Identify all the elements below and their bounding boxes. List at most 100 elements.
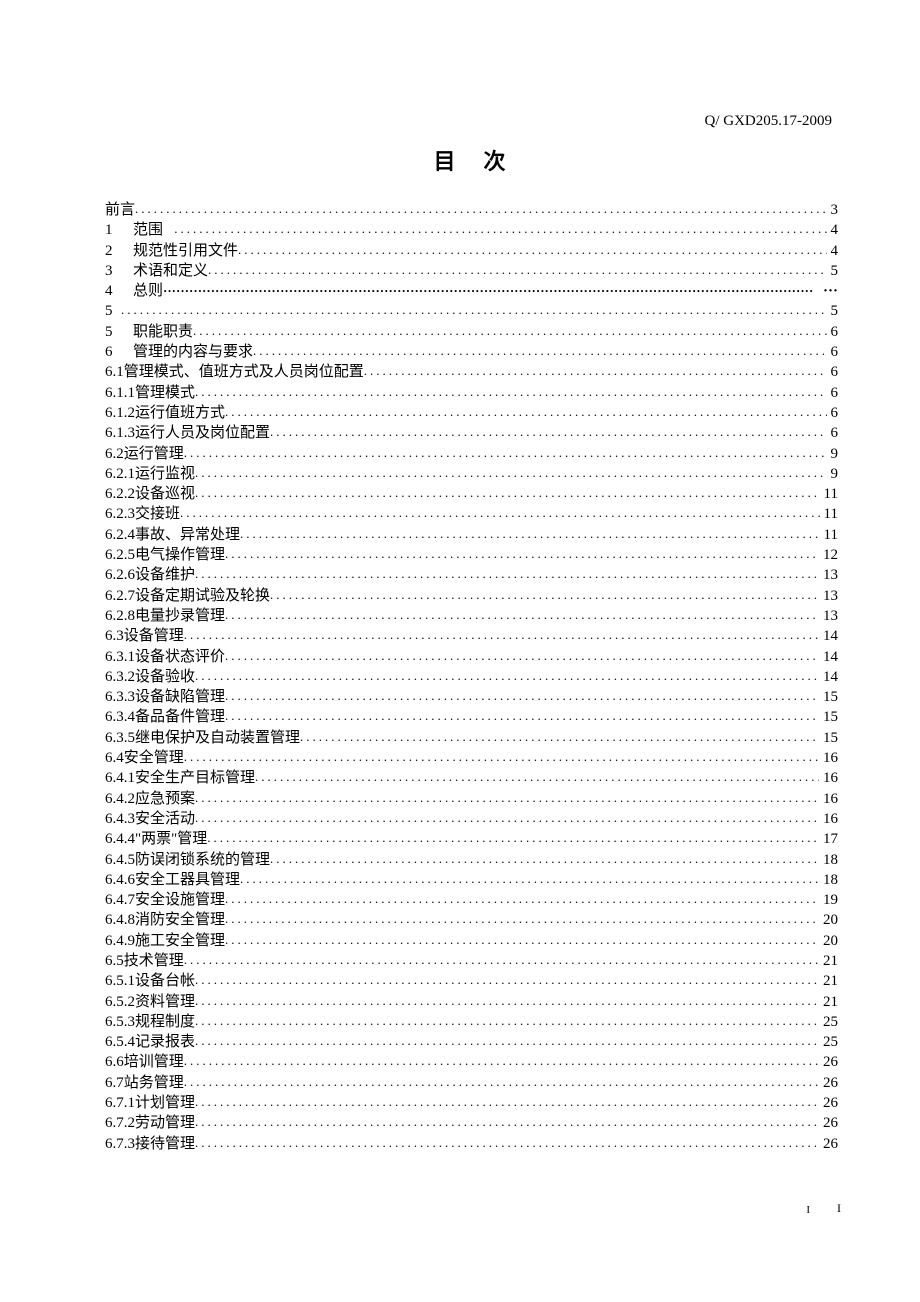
toc-leader	[195, 788, 819, 808]
toc-leader	[238, 240, 826, 260]
toc-number: 6.5.4	[105, 1032, 135, 1052]
toc-page: 19	[819, 890, 838, 910]
toc-entry: 6.3.1 设备状态评价14	[105, 647, 838, 667]
toc-number: 6.5	[105, 951, 124, 971]
toc-entry: 6.5.2 资料管理21	[105, 992, 838, 1012]
toc-page: 26	[819, 1093, 838, 1113]
toc-entry: 6.2.6 设备维护13	[105, 565, 838, 585]
toc-page: 6	[827, 423, 839, 443]
toc-number: 2	[105, 241, 133, 261]
document-id: Q/ GXD205.17-2009	[705, 113, 833, 130]
toc-leader	[225, 930, 819, 950]
toc-entry: 6.6 培训管理26	[105, 1052, 838, 1072]
toc-number: 6.4.2	[105, 789, 135, 809]
toc-text: 设备管理	[124, 626, 184, 646]
toc-entry: 6.4.4 "两票"管理17	[105, 829, 838, 849]
toc-entry: 6.2.8 电量抄录管理13	[105, 606, 838, 626]
toc-entry: 6.3 设备管理14	[105, 626, 838, 646]
toc-entry: 4 总则 ···································…	[105, 281, 838, 301]
toc-number: 6.4.7	[105, 890, 135, 910]
toc-leader	[225, 909, 819, 929]
toc-page: 12	[819, 545, 838, 565]
toc-text: 安全设施管理	[135, 890, 225, 910]
toc-leader	[225, 686, 819, 706]
toc-entry: 6.1.3 运行人员及岗位配置6	[105, 423, 838, 443]
toc-page: 16	[819, 789, 838, 809]
toc-text: 继电保护及自动装置管理	[135, 728, 300, 748]
toc-leader: ········································…	[163, 281, 813, 301]
toc-entry: 2规范性引用文件4	[105, 241, 838, 261]
toc-text: 安全工器具管理	[135, 870, 240, 890]
toc-entry: 6.2.2 设备巡视11	[105, 484, 838, 504]
toc-number: 6.2.6	[105, 565, 135, 585]
toc-number: 6.7.1	[105, 1093, 135, 1113]
toc-entry: 6.4.7 安全设施管理 19	[105, 890, 838, 910]
toc-leader	[270, 849, 819, 869]
toc-number: 6.4.9	[105, 931, 135, 951]
toc-entry: 6.2.4 事故、异常处理11	[105, 525, 838, 545]
toc-entry: 6.7.2 劳动管理26	[105, 1113, 838, 1133]
toc-page: 15	[819, 707, 838, 727]
toc-entry: 6.2.5 电气操作管理 12	[105, 545, 838, 565]
toc-entry: 6.4.3 安全活动16	[105, 809, 838, 829]
toc-entry: 前言3	[105, 200, 838, 220]
toc-text: 劳动管理	[135, 1113, 195, 1133]
toc-entry: 6.5.3 规程制度25	[105, 1012, 838, 1032]
toc-page: 25	[819, 1032, 838, 1052]
toc-leader	[195, 564, 819, 584]
toc-page: 14	[819, 626, 838, 646]
toc-number: 6.4.1	[105, 768, 135, 788]
toc-number: 5	[105, 301, 121, 321]
toc-leader	[225, 402, 826, 422]
toc-page: 26	[819, 1073, 838, 1093]
toc-text: 安全生产目标管理	[135, 768, 255, 788]
toc-page: 15	[819, 728, 838, 748]
toc-number: 6.3.1	[105, 647, 135, 667]
toc-entry: 6.4.2 应急预案 16	[105, 789, 838, 809]
toc-entry: 6管理的内容与要求6	[105, 342, 838, 362]
toc-number: 6.2.5	[105, 545, 135, 565]
toc-text: 电气操作管理	[135, 545, 225, 565]
toc-text: "两票"管理	[135, 829, 207, 849]
toc-page: 21	[819, 971, 838, 991]
toc-number: 6.1.2	[105, 403, 135, 423]
toc-page: 13	[819, 606, 838, 626]
toc-text: 总则	[133, 281, 163, 301]
toc-text: 接待管理	[135, 1134, 195, 1154]
toc-page: 5	[827, 301, 839, 321]
toc-page: 16	[819, 809, 838, 829]
toc-number: 3	[105, 261, 133, 281]
toc-leader	[300, 727, 819, 747]
toc-page: 6	[827, 403, 839, 423]
toc-leader	[207, 828, 819, 848]
toc-number: 6.4.6	[105, 870, 135, 890]
toc-leader	[184, 747, 819, 767]
toc-text: 管理模式、值班方式及人员岗位配置	[124, 362, 364, 382]
page-title: 目次	[105, 144, 838, 176]
toc-number: 6.2.8	[105, 606, 135, 626]
toc-page: 11	[820, 484, 838, 504]
toc-text: 资料管理	[135, 992, 195, 1012]
toc-text: 应急预案	[135, 789, 195, 809]
toc-leader	[195, 463, 826, 483]
toc-entry: 6.2.3 交接班11	[105, 504, 838, 524]
toc-text: 消防安全管理	[135, 910, 225, 930]
toc-entry: 6.4.5 防误闭锁系统的管理18	[105, 850, 838, 870]
toc-page: 20	[819, 910, 838, 930]
toc-number: 6.4.5	[105, 850, 135, 870]
toc-text: 运行管理	[124, 444, 184, 464]
toc-text: 施工安全管理	[135, 931, 225, 951]
toc-leader	[195, 382, 826, 402]
toc-text: 安全管理	[124, 748, 184, 768]
toc-text: 运行值班方式	[135, 403, 225, 423]
toc-page: 14	[819, 647, 838, 667]
toc-page: 21	[819, 992, 838, 1012]
toc-number: 6.5.1	[105, 971, 135, 991]
toc-entry: 6.4 安全管理16	[105, 748, 838, 768]
toc-entry: 6.1 管理模式、值班方式及人员岗位配置6	[105, 362, 838, 382]
toc-leader	[240, 869, 819, 889]
toc-leader	[174, 219, 826, 239]
toc-text: 前言	[105, 200, 135, 220]
toc-text: 范围	[133, 220, 163, 240]
toc-page: 14	[819, 667, 838, 687]
